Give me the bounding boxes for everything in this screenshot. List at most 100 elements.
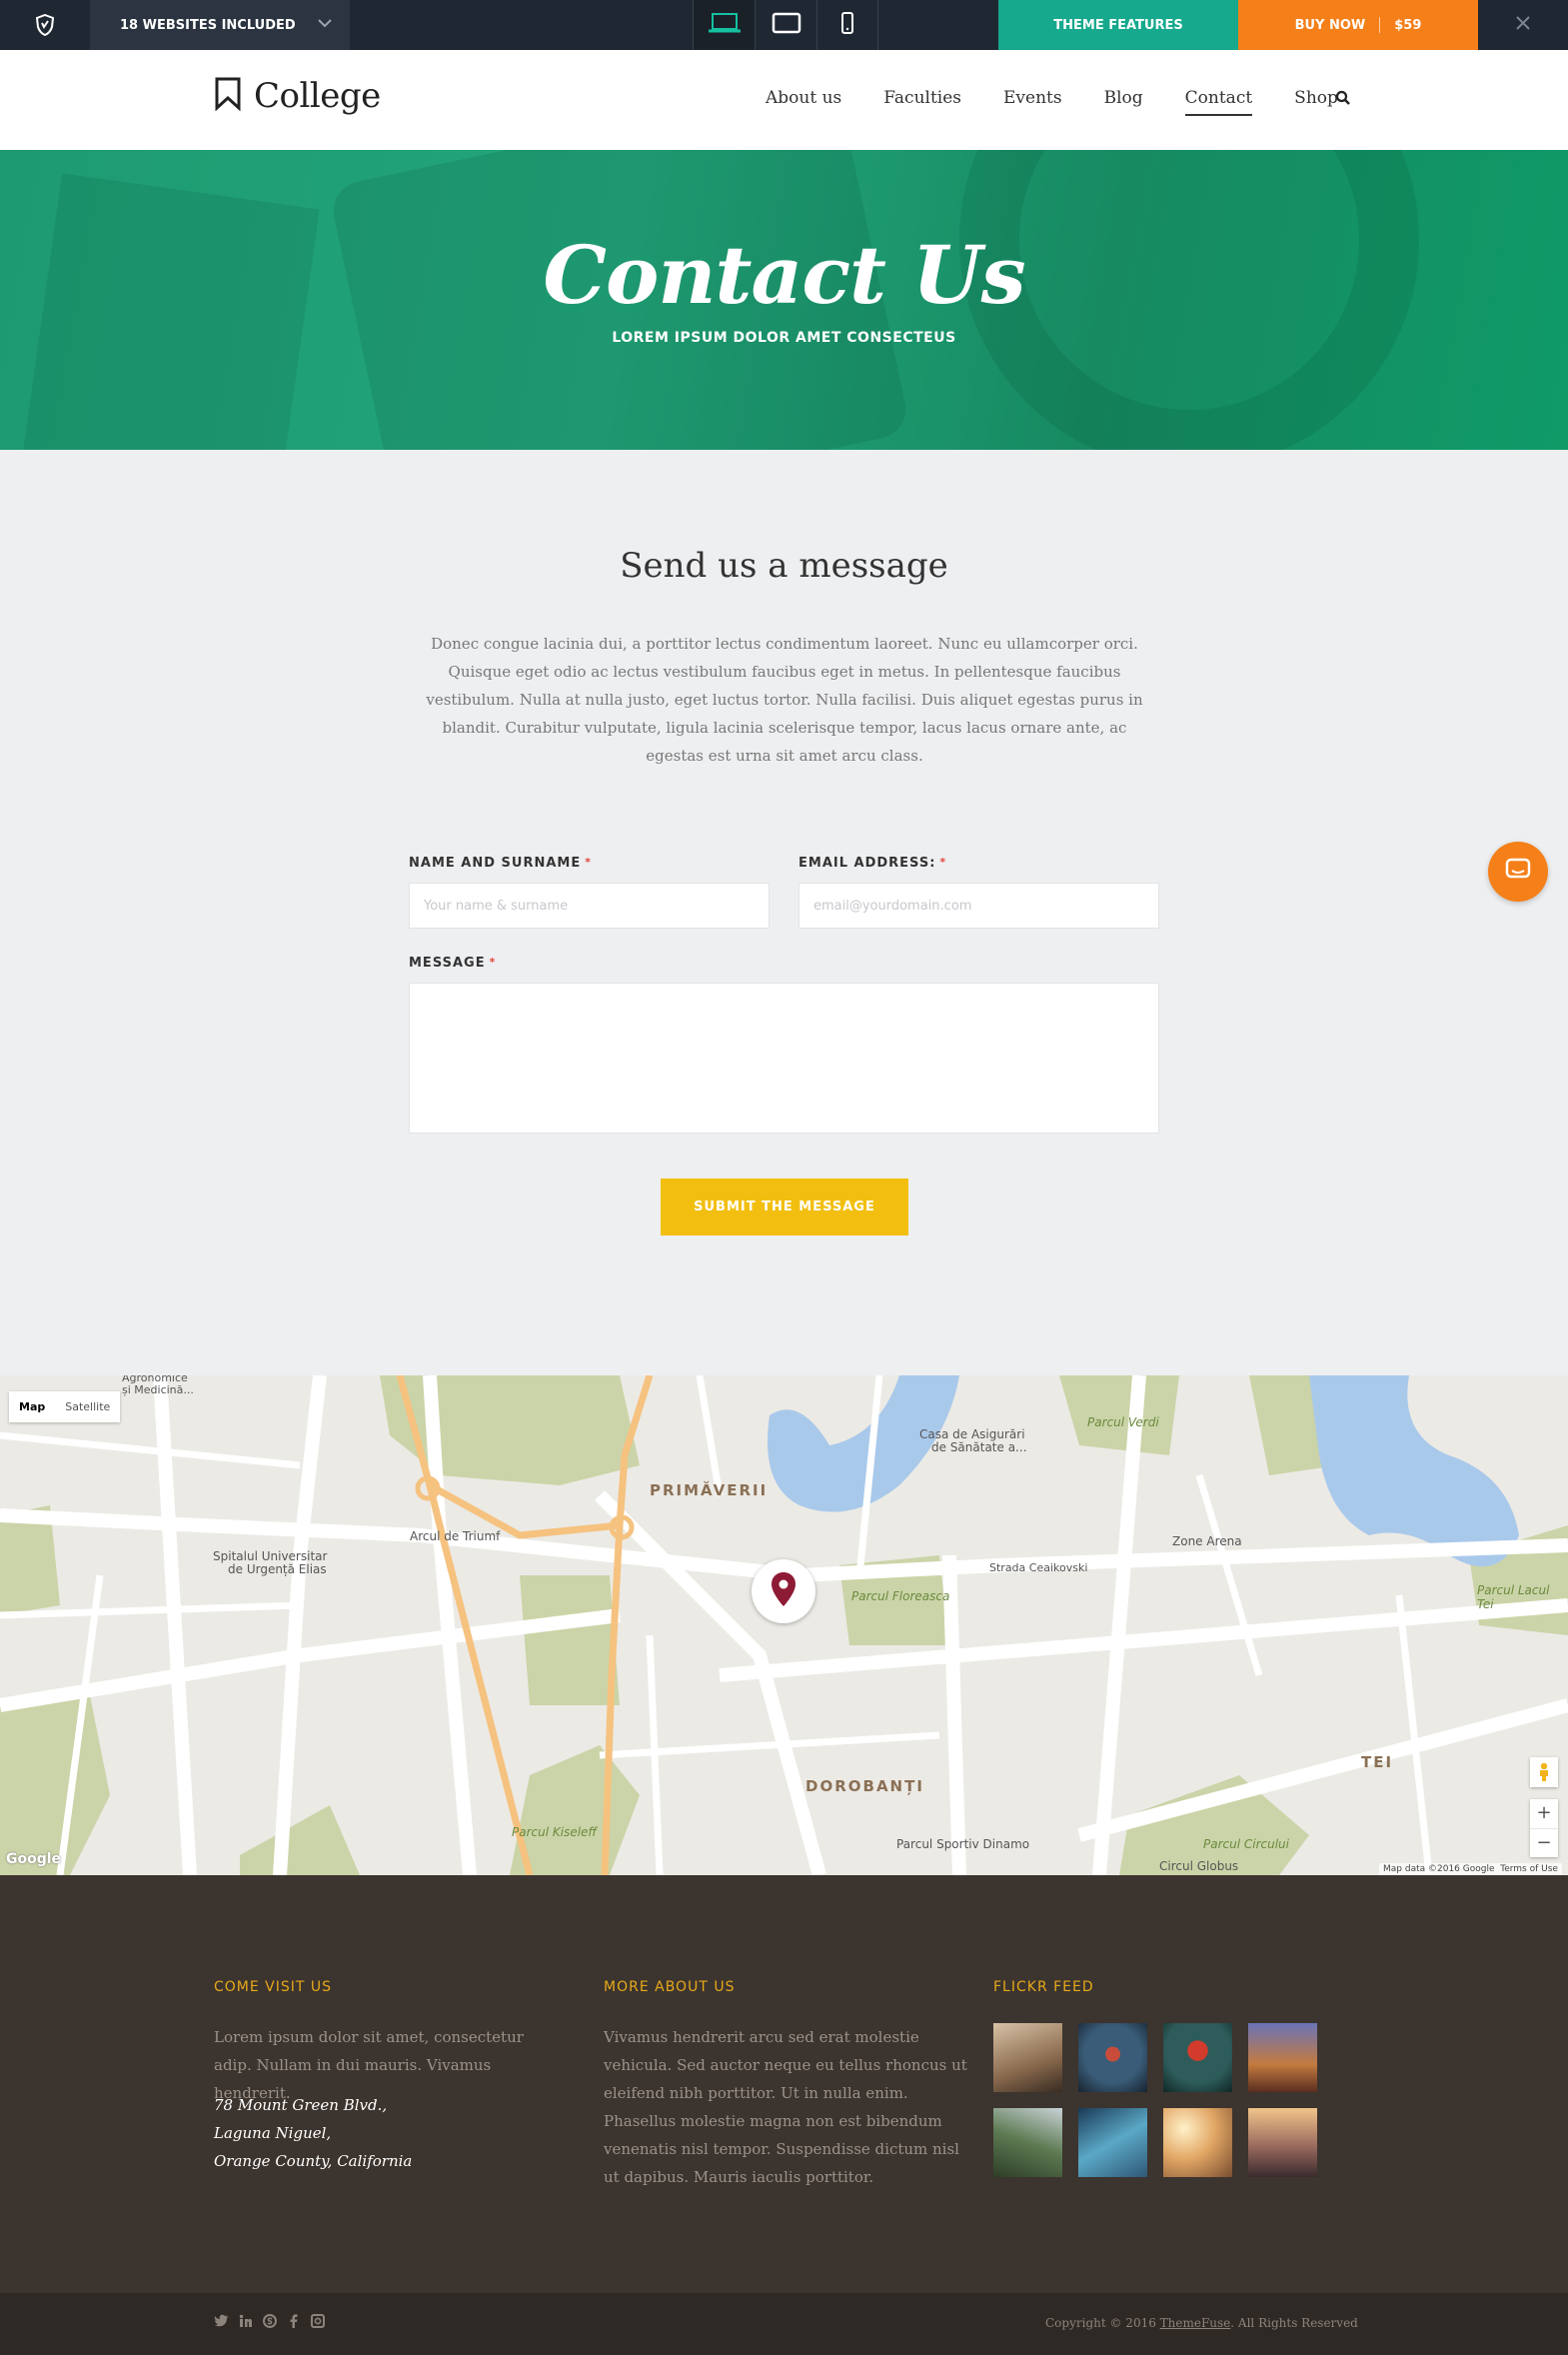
nav-item-blog[interactable]: Blog bbox=[1104, 88, 1143, 116]
bookmark-icon bbox=[214, 77, 242, 115]
flickr-thumbnail[interactable] bbox=[1078, 2023, 1147, 2092]
map-tiles bbox=[0, 1375, 1568, 1875]
map-zoom-controls: + − bbox=[1530, 1799, 1558, 1857]
themefuse-link[interactable]: ThemeFuse bbox=[1160, 2316, 1231, 2330]
map-type-satellite-button[interactable]: Satellite bbox=[55, 1391, 120, 1422]
address-line: Laguna Niguel, bbox=[214, 2124, 332, 2142]
location-map[interactable]: Map Satellite PRIMĂVERII DOROBANȚI TEI A… bbox=[0, 1375, 1568, 1875]
search-icon[interactable] bbox=[1335, 90, 1351, 110]
flickr-thumbnail[interactable] bbox=[1248, 2023, 1317, 2092]
map-poi-label: Parcul Sportiv Dinamo bbox=[896, 1837, 1030, 1851]
map-park-label: Parcul Kiseleff bbox=[512, 1825, 598, 1839]
map-poi-label: de Sănătate a... bbox=[931, 1440, 1027, 1454]
facebook-icon[interactable] bbox=[286, 2313, 302, 2329]
submit-message-button[interactable]: SUBMIT THE MESSAGE bbox=[661, 1178, 908, 1235]
websites-dropdown-label: 18 WEBSITES INCLUDED bbox=[120, 17, 296, 33]
map-park-label: Parcul Lacul Tei bbox=[1477, 1583, 1550, 1611]
nav-item-shop[interactable]: Shop bbox=[1294, 88, 1338, 116]
instagram-icon[interactable] bbox=[310, 2313, 326, 2329]
message-section-text: Donec congue lacinia dui, a porttitor le… bbox=[426, 635, 1143, 765]
map-poi-label: Circul Globus bbox=[1159, 1859, 1239, 1873]
footer-visit-title: COME VISIT US bbox=[214, 1979, 333, 1995]
map-park-label: Parcul Circului bbox=[1203, 1837, 1289, 1851]
map-poi-label: Arcul de Triumf bbox=[410, 1529, 501, 1543]
name-input[interactable] bbox=[409, 883, 770, 929]
theme-features-label: THEME FEATURES bbox=[1053, 17, 1183, 33]
email-field-label: EMAIL ADDRESS: * bbox=[798, 856, 946, 871]
street-view-pegman-icon[interactable] bbox=[1530, 1757, 1558, 1787]
theme-features-button[interactable]: THEME FEATURES bbox=[998, 0, 1238, 50]
google-logo: Google bbox=[6, 1851, 62, 1867]
site-header: College About us Faculties Events Blog C… bbox=[0, 50, 1568, 150]
name-label-text: NAME AND SURNAME bbox=[409, 856, 582, 871]
tablet-view-button[interactable] bbox=[755, 0, 816, 50]
required-mark: * bbox=[585, 856, 592, 869]
copyright-text: Copyright © 2016 ThemeFuse. All Rights R… bbox=[1045, 2316, 1358, 2330]
map-type-switcher: Map Satellite bbox=[9, 1391, 121, 1422]
map-area-label: DOROBANȚI bbox=[805, 1777, 924, 1795]
map-area-label: TEI bbox=[1361, 1753, 1394, 1771]
flickr-thumbnail[interactable] bbox=[1078, 2108, 1147, 2177]
chat-icon bbox=[1505, 858, 1531, 886]
map-area-label: PRIMĂVERII bbox=[650, 1481, 769, 1499]
page-subtitle: LOREM IPSUM DOLOR AMET CONSECTEUS bbox=[612, 330, 956, 346]
logo-text: College bbox=[254, 76, 381, 116]
map-marker[interactable] bbox=[752, 1559, 815, 1623]
twitter-icon[interactable] bbox=[214, 2313, 230, 2329]
websites-dropdown[interactable]: 18 WEBSITES INCLUDED bbox=[90, 0, 350, 50]
required-mark: * bbox=[489, 956, 497, 969]
flickr-thumbnail[interactable] bbox=[1163, 2108, 1232, 2177]
email-input[interactable] bbox=[798, 883, 1159, 929]
zoom-out-button[interactable]: − bbox=[1530, 1828, 1558, 1857]
map-poi-label: și Medicină... bbox=[122, 1383, 194, 1396]
terms-link[interactable]: Terms of Use bbox=[1500, 1864, 1558, 1874]
copyright-prefix: Copyright © 2016 bbox=[1045, 2316, 1160, 2330]
device-switcher bbox=[693, 0, 878, 50]
mobile-view-button[interactable] bbox=[816, 0, 878, 50]
nav-item-contact[interactable]: Contact bbox=[1184, 88, 1253, 116]
zoom-in-button[interactable]: + bbox=[1530, 1799, 1558, 1828]
copyright-suffix: . All Rights Reserved bbox=[1230, 2316, 1358, 2330]
flickr-thumbnail[interactable] bbox=[993, 2023, 1062, 2092]
message-section-title: Send us a message bbox=[620, 546, 948, 586]
site-logo[interactable]: College bbox=[214, 76, 381, 116]
skype-icon[interactable] bbox=[262, 2313, 278, 2329]
nav-item-events[interactable]: Events bbox=[1003, 88, 1062, 116]
map-park-label: Parcul Floreasca bbox=[851, 1589, 950, 1603]
hero-banner: Contact Us LOREM IPSUM DOLOR AMET CONSEC… bbox=[0, 150, 1568, 450]
map-poi-label: Zone Arena bbox=[1172, 1534, 1242, 1548]
name-field-label: NAME AND SURNAME * bbox=[409, 856, 592, 871]
message-textarea[interactable] bbox=[409, 983, 1159, 1134]
map-park-label: Parcul Verdi bbox=[1087, 1415, 1159, 1429]
desktop-view-button[interactable] bbox=[693, 0, 755, 50]
shield-logo-icon[interactable] bbox=[0, 0, 90, 50]
map-poi-label: Spitalul Universitar bbox=[213, 1549, 328, 1563]
map-data-label: Map data ©2016 Google bbox=[1383, 1864, 1495, 1874]
map-pin-icon bbox=[771, 1571, 796, 1611]
phone-icon bbox=[840, 12, 854, 38]
buy-now-button[interactable]: BUY NOW $59 bbox=[1238, 0, 1478, 50]
close-topbar-button[interactable] bbox=[1478, 0, 1568, 50]
address-line: 78 Mount Green Blvd., bbox=[214, 2096, 388, 2114]
price-label: $59 bbox=[1394, 17, 1422, 33]
map-type-map-button[interactable]: Map bbox=[9, 1391, 55, 1422]
chevron-down-icon bbox=[318, 17, 332, 32]
footer-about-title: MORE ABOUT US bbox=[604, 1979, 736, 1995]
flickr-thumbnail[interactable] bbox=[1248, 2108, 1317, 2177]
divider bbox=[1379, 17, 1381, 33]
linkedin-icon[interactable] bbox=[238, 2313, 254, 2329]
close-icon bbox=[1515, 15, 1531, 35]
map-street-label: Strada Ceaikovski bbox=[989, 1561, 1088, 1574]
main-nav: About us Faculties Events Blog Contact S… bbox=[766, 88, 1380, 116]
footer-about-text: Vivamus hendrerit arcu sed erat molestie… bbox=[604, 2028, 967, 2186]
map-attribution: Map data ©2016 Google Terms of Use bbox=[1379, 1863, 1562, 1875]
message-field-label: MESSAGE * bbox=[409, 956, 496, 971]
map-poi-label: Casa de Asigurări bbox=[919, 1427, 1025, 1441]
flickr-thumbnail[interactable] bbox=[1163, 2023, 1232, 2092]
flickr-thumbnail[interactable] bbox=[993, 2108, 1062, 2177]
chat-widget-button[interactable] bbox=[1488, 842, 1548, 902]
nav-item-about[interactable]: About us bbox=[766, 88, 841, 116]
footer-flickr-title: FLICKR FEED bbox=[993, 1979, 1094, 1995]
nav-item-faculties[interactable]: Faculties bbox=[883, 88, 961, 116]
message-label-text: MESSAGE bbox=[409, 956, 486, 971]
